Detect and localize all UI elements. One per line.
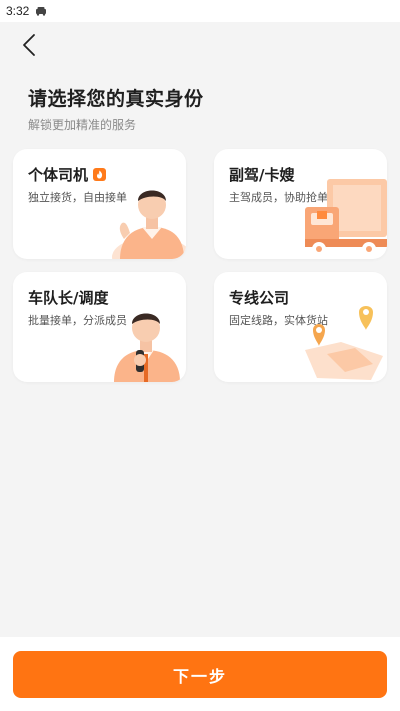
next-step-button[interactable]: 下一步 xyxy=(13,651,387,698)
car-notification-icon xyxy=(36,7,47,16)
dispatcher-illustration xyxy=(114,313,180,382)
driver-illustration xyxy=(112,190,186,259)
page-subtitle: 解锁更加精准的服务 xyxy=(28,118,137,132)
back-button[interactable] xyxy=(16,32,42,58)
role-title: 个体司机 xyxy=(28,166,89,184)
role-card-individual-driver[interactable]: 个体司机 独立接货，自由接单 xyxy=(13,149,186,259)
role-title: 副驾/卡嫂 xyxy=(229,166,295,184)
page-title: 请选择您的真实身份 xyxy=(28,88,204,110)
role-card-co-driver[interactable]: 副驾/卡嫂 主驾成员，协助抢单 xyxy=(214,149,387,259)
map-location-illustration xyxy=(305,306,383,380)
chevron-left-icon xyxy=(23,34,35,56)
status-bar: 3:32 xyxy=(0,0,400,22)
role-title: 专线公司 xyxy=(229,289,290,307)
role-card-fleet-captain[interactable]: 车队长/调度 批量接单，分派成员 xyxy=(13,272,186,382)
status-time: 3:32 xyxy=(6,4,30,18)
truck-illustration xyxy=(305,179,387,256)
role-card-line-company[interactable]: 专线公司 固定线路，实体货站 xyxy=(214,272,387,382)
